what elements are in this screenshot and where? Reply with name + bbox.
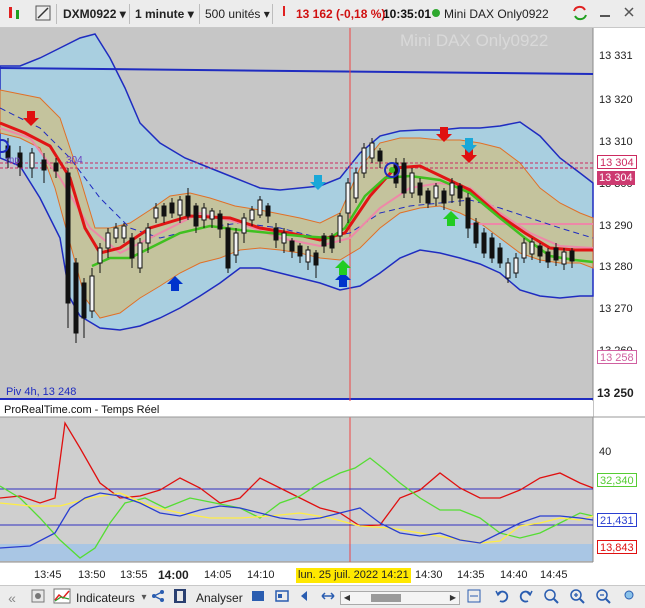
- time-tick: 14:40: [500, 569, 528, 581]
- indicators-icon[interactable]: [52, 588, 72, 608]
- osc-tick: 40: [599, 446, 612, 458]
- time-tick: 13:45: [34, 569, 62, 581]
- price-tag-pink: 13 258: [597, 350, 637, 364]
- time-tick: 14:30: [415, 569, 443, 581]
- price-tick: 13 270: [599, 303, 633, 315]
- indicator-label: mp: [6, 155, 20, 166]
- time-tick: 14:10: [247, 569, 275, 581]
- chart-type-icon[interactable]: [2, 4, 22, 24]
- price-tick: 13 331: [599, 50, 633, 62]
- time-tick: 14:05: [204, 569, 232, 581]
- info-icon[interactable]: [279, 4, 289, 24]
- layout-icon[interactable]: [272, 588, 292, 608]
- settings-icon[interactable]: [28, 588, 48, 608]
- scroll-thumb[interactable]: [371, 594, 401, 602]
- minimize-icon[interactable]: [595, 4, 613, 24]
- pivot-label: Piv 4h, 13 248: [6, 386, 76, 398]
- chart-area[interactable]: Mini DAX Only0922 mp 304 Piv 4h, 13 248 …: [0, 28, 645, 585]
- price-tick: 13 280: [599, 261, 633, 273]
- price-chart[interactable]: Mini DAX Only0922 mp 304 Piv 4h, 13 248 …: [0, 28, 645, 585]
- sync-icon[interactable]: [464, 588, 484, 608]
- interval-label: 1 minute: [135, 7, 185, 21]
- analyse-icon[interactable]: [170, 588, 190, 608]
- chevron-down-icon: ▾: [187, 7, 194, 21]
- time-tick: 14:45: [540, 569, 568, 581]
- osc-tag-red: 13,843: [597, 540, 637, 554]
- nav-back-icon[interactable]: [296, 588, 316, 608]
- time-tick: 13:55: [120, 569, 148, 581]
- symbol-selector[interactable]: DXM0922 ▾: [63, 4, 126, 24]
- symbol-label: DXM0922: [63, 7, 117, 21]
- zoom-fit-icon[interactable]: [318, 588, 338, 608]
- indicator-tail: 304: [66, 155, 83, 166]
- draw-tools-icon[interactable]: [30, 4, 51, 24]
- units-label: 500 unités: [205, 7, 261, 21]
- chevron-down-icon: ▾: [263, 7, 270, 21]
- time-tick: 13:50: [78, 569, 106, 581]
- chevron-down-icon: ▾: [119, 7, 126, 21]
- price-tag-upper: 13 304: [597, 155, 637, 169]
- time-tick: 14:35: [457, 569, 485, 581]
- magnifier-icon[interactable]: [620, 588, 640, 608]
- zoom-out-icon[interactable]: [594, 588, 614, 608]
- price-tick: 13 310: [599, 136, 633, 148]
- quote-value: 13 162 (-0,18 %): [296, 7, 386, 21]
- zoom-in-icon[interactable]: [568, 588, 588, 608]
- left-scroll-icon[interactable]: «: [2, 588, 22, 608]
- price-tick: 13 250: [597, 386, 634, 400]
- price-tick: 13 290: [599, 220, 633, 232]
- refresh-icon[interactable]: [567, 4, 589, 24]
- units-selector[interactable]: 500 unités ▾: [205, 4, 270, 24]
- scroll-left-arrow[interactable]: ◀: [342, 592, 352, 604]
- chart-settings-icon[interactable]: [248, 588, 268, 608]
- bottom-toolbar: « Indicateurs ▾ Analyser ◀ ▶: [0, 585, 645, 608]
- cursor-time-label: lun. 25 juil. 2022 14:21: [296, 568, 411, 583]
- interval-selector[interactable]: 1 minute ▾: [135, 4, 194, 24]
- status-indicator: [431, 4, 441, 24]
- share-icon[interactable]: [148, 588, 168, 608]
- top-toolbar: DXM0922 ▾ 1 minute ▾ 500 unités ▾ 13 162…: [0, 0, 645, 28]
- scroll-right-arrow[interactable]: ▶: [448, 592, 458, 604]
- indicators-button[interactable]: Indicateurs: [76, 588, 135, 608]
- watermark: Mini DAX Only0922: [400, 31, 548, 50]
- undo-icon[interactable]: [492, 588, 512, 608]
- instrument-name: Mini DAX Only0922: [444, 7, 549, 21]
- osc-tag-blue: 21,431: [597, 513, 637, 527]
- analyse-button[interactable]: Analyser: [196, 588, 243, 608]
- osc-tag-green: 32,340: [597, 473, 637, 487]
- app-window: DXM0922 ▾ 1 minute ▾ 500 unités ▾ 13 162…: [0, 0, 645, 608]
- source-label: ProRealTime.com - Temps Réel: [4, 404, 159, 416]
- scrollbar[interactable]: ◀ ▶: [340, 591, 460, 605]
- zoom-box-icon[interactable]: [542, 588, 562, 608]
- time-tick: 14:00: [158, 568, 189, 582]
- clock-time: 10:35:01: [383, 7, 432, 21]
- redo-icon[interactable]: [516, 588, 536, 608]
- price-tag-lower: 13 304: [597, 171, 635, 185]
- close-icon[interactable]: [619, 4, 637, 24]
- price-tick: 13 320: [599, 94, 633, 106]
